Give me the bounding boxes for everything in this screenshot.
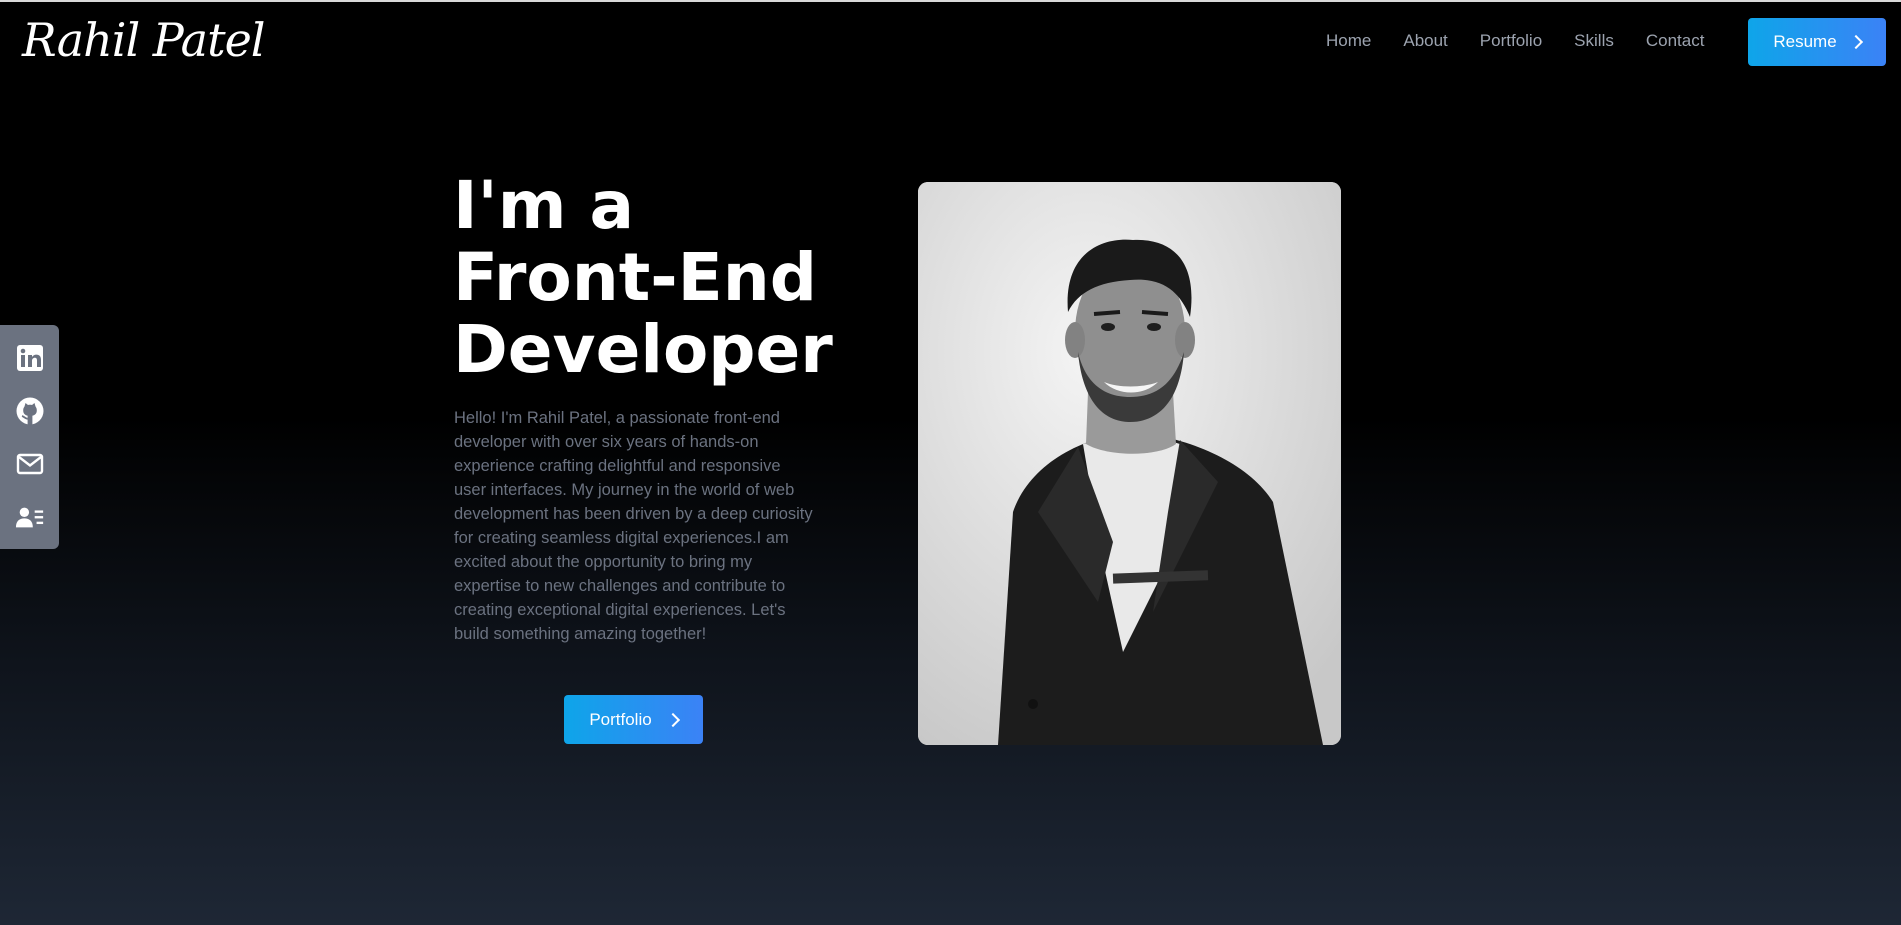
chevron-right-icon	[1848, 34, 1863, 50]
contact-card-icon[interactable]	[15, 502, 45, 532]
top-border	[0, 0, 1901, 2]
nav-contact[interactable]: Contact	[1646, 28, 1705, 54]
hero-heading-line-1: I'm a	[453, 167, 635, 244]
nav-portfolio[interactable]: Portfolio	[1480, 28, 1542, 54]
nav-skills[interactable]: Skills	[1574, 28, 1614, 54]
hero-heading-line-2: Front-End	[453, 239, 817, 316]
profile-photo	[918, 182, 1341, 745]
main-nav: Home About Portfolio Skills Contact	[1326, 28, 1736, 54]
portfolio-button[interactable]: Portfolio	[564, 695, 703, 744]
hero-heading-line-3: Developer	[453, 311, 833, 388]
hero-heading: I'm a Front-End Developer	[453, 170, 833, 386]
linkedin-icon[interactable]	[15, 343, 45, 373]
resume-button[interactable]: Resume	[1748, 18, 1886, 66]
hero-bio: Hello! I'm Rahil Patel, a passionate fro…	[454, 409, 813, 643]
mail-icon[interactable]	[15, 449, 45, 479]
social-sidebar	[0, 325, 59, 549]
portfolio-button-label: Portfolio	[589, 709, 652, 729]
nav-home[interactable]: Home	[1326, 28, 1371, 54]
nav-about[interactable]: About	[1403, 28, 1447, 54]
github-icon[interactable]	[15, 396, 45, 426]
site-logo[interactable]: Rahil Patel	[22, 10, 266, 70]
resume-button-label: Resume	[1773, 32, 1837, 51]
chevron-right-icon	[665, 712, 680, 727]
